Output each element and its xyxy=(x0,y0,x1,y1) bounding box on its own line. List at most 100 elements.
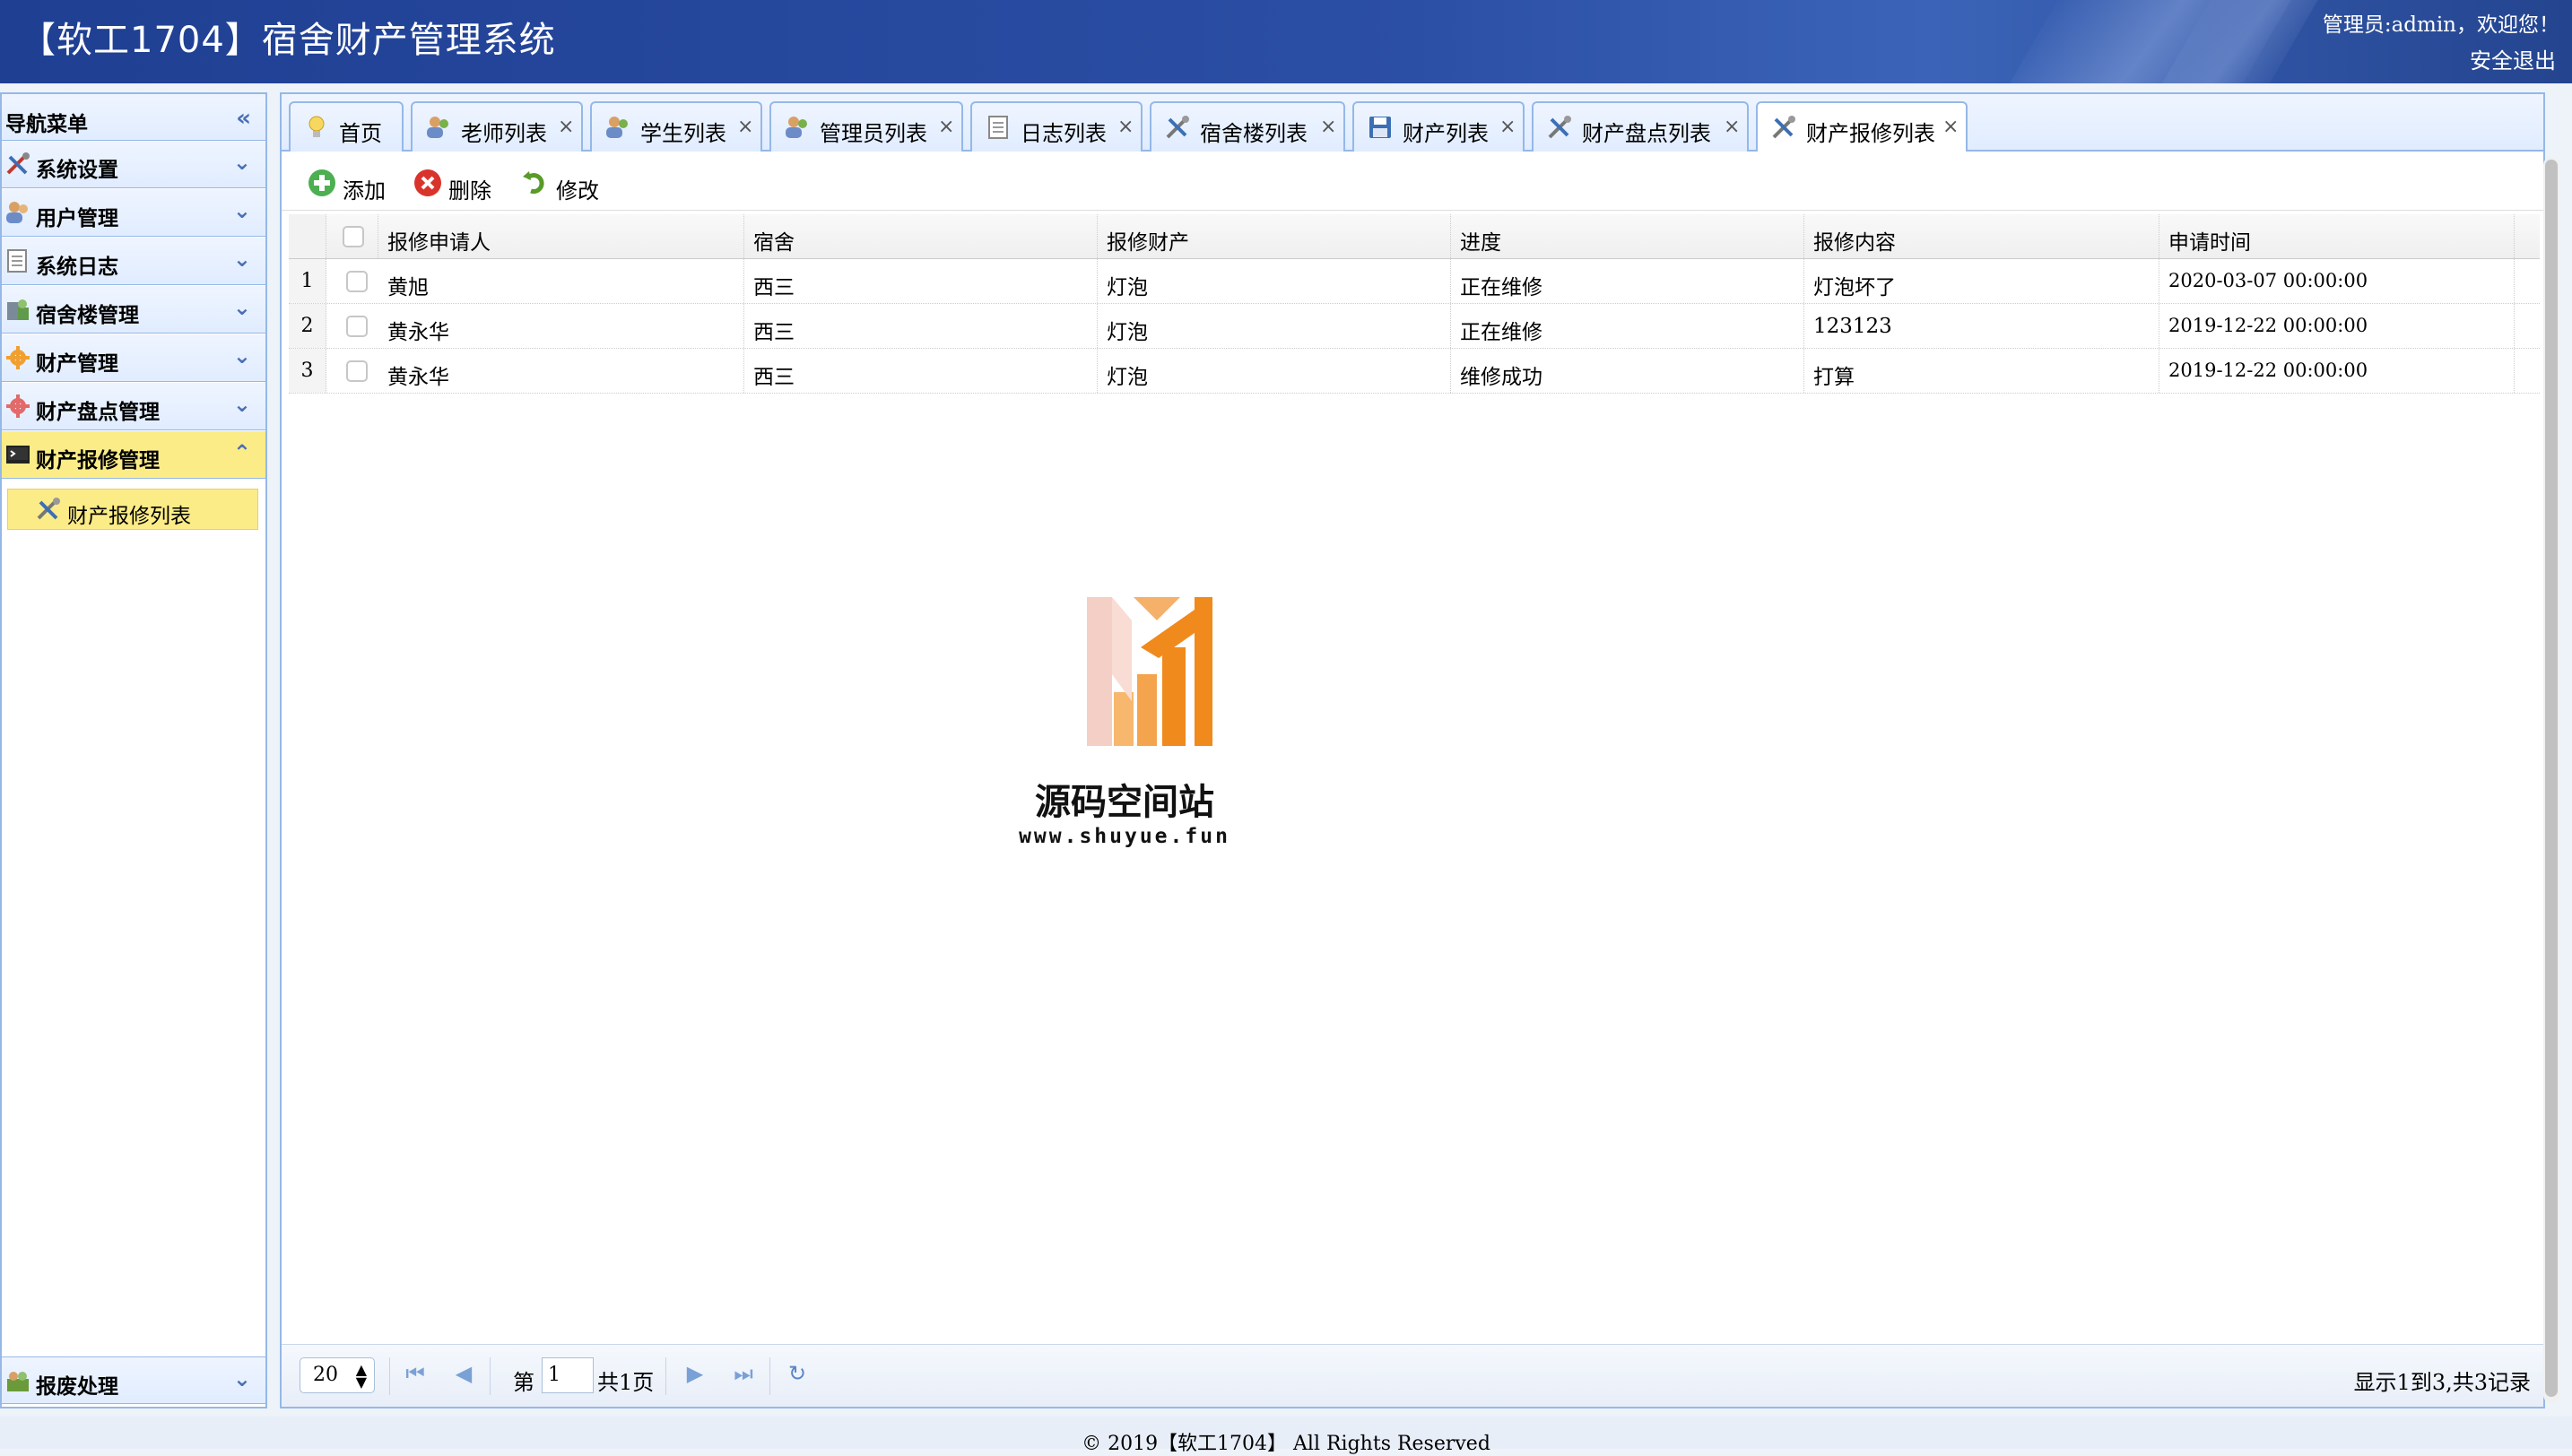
cell-content: 123123 xyxy=(1804,304,2159,348)
tab-label: 学生列表 xyxy=(640,121,726,146)
cell-applicant: 黄永华 xyxy=(378,304,744,348)
cell-progress: 正在维修 xyxy=(1451,304,1804,348)
cell-time: 2020-03-07 00:00:00 xyxy=(2159,259,2515,303)
add-button[interactable]: 添加 xyxy=(307,164,396,204)
table-row[interactable]: 1 黄旭 西三 灯泡 正在维修 灯泡坏了 2020-03-07 00:00:00 xyxy=(289,259,2540,304)
delete-button[interactable]: 删除 xyxy=(413,164,502,204)
sidebar-subitem-repair-list[interactable]: 财产报修列表 xyxy=(7,489,258,530)
column-header-dorm[interactable]: 宿舍 xyxy=(744,214,1098,258)
close-icon[interactable]: × xyxy=(938,116,954,138)
tab-repair-list[interactable]: 财产报修列表 × xyxy=(1756,101,1968,153)
sidebar-item-scrap-handling[interactable]: 报废处理 ⌄ xyxy=(2,1356,265,1404)
page-number-input[interactable]: 1 xyxy=(542,1357,594,1393)
chevron-down-icon: ⌄ xyxy=(232,198,251,223)
prev-page-icon[interactable]: ◀ xyxy=(450,1361,477,1391)
sidebar-item-system-log[interactable]: 系统日志 ⌄ xyxy=(2,238,265,285)
close-icon[interactable]: × xyxy=(1942,116,1959,138)
table-header: 报修申请人 宿舍 报修财产 进度 报修内容 申请时间 xyxy=(289,214,2540,259)
chevron-down-icon: ⌄ xyxy=(232,343,251,368)
building-icon xyxy=(7,299,29,320)
sidebar-item-system-settings[interactable]: 系统设置 ⌄ xyxy=(2,141,265,188)
sidebar-item-inventory-management[interactable]: 财产盘点管理 ⌄ xyxy=(2,383,265,430)
close-icon[interactable]: × xyxy=(1724,116,1740,138)
double-chevron-left-icon[interactable]: « xyxy=(236,105,251,132)
sidebar-item-label: 用户管理 xyxy=(36,206,118,230)
close-icon[interactable]: × xyxy=(737,116,753,138)
sidebar-title: 导航菜单 xyxy=(5,112,88,136)
column-header-asset[interactable]: 报修财产 xyxy=(1098,214,1451,258)
table-row[interactable]: 3 黄永华 西三 灯泡 维修成功 打算 2019-12-22 00:00:00 xyxy=(289,349,2540,394)
sidebar-item-label: 财产报修管理 xyxy=(36,448,160,472)
tab-admin-list[interactable]: 管理员列表 × xyxy=(769,101,963,152)
sidebar-item-user-management[interactable]: 用户管理 ⌄ xyxy=(2,189,265,237)
cell-content: 灯泡坏了 xyxy=(1804,259,2159,303)
edit-label: 修改 xyxy=(556,178,599,204)
tab-home[interactable]: 首页 xyxy=(289,101,404,152)
table-row[interactable]: 2 黄永华 西三 灯泡 正在维修 123123 2019-12-22 00:00… xyxy=(289,304,2540,349)
app-header: 【软工1704】宿舍财产管理系统 管理员:admin，欢迎您！ 安全退出 xyxy=(0,0,2572,83)
tools-icon xyxy=(6,152,30,175)
tab-label: 日志列表 xyxy=(1021,121,1107,146)
column-header-time[interactable]: 申请时间 xyxy=(2159,214,2515,258)
tab-label: 首页 xyxy=(339,121,382,146)
page-size-select[interactable]: 20 ▲ ▼ xyxy=(300,1357,375,1393)
tab-student-list[interactable]: 学生列表 × xyxy=(590,101,762,152)
close-icon[interactable]: × xyxy=(1117,116,1134,138)
refresh-icon[interactable]: ↻ xyxy=(784,1361,811,1391)
sidebar-item-label: 财产盘点管理 xyxy=(36,400,160,424)
pager-separator xyxy=(490,1357,491,1395)
tab-label: 财产报修列表 xyxy=(1806,121,1935,146)
select-all-checkbox[interactable] xyxy=(343,226,364,247)
cell-content: 打算 xyxy=(1804,349,2159,393)
row-checkbox[interactable] xyxy=(346,271,368,292)
sidebar-item-repair-management[interactable]: 财产报修管理 ⌃ xyxy=(2,431,265,479)
users-icon xyxy=(606,117,628,138)
column-header-applicant[interactable]: 报修申请人 xyxy=(378,214,744,258)
tools-icon xyxy=(1772,116,1795,139)
tab-label: 财产盘点列表 xyxy=(1582,121,1711,146)
first-page-icon[interactable]: ⏮ xyxy=(402,1361,429,1391)
chevron-down-icon: ⌄ xyxy=(232,247,251,272)
users-icon xyxy=(786,117,807,138)
next-page-icon[interactable]: ▶ xyxy=(682,1361,708,1391)
tab-inventory-list[interactable]: 财产盘点列表 × xyxy=(1532,101,1749,152)
tools-icon xyxy=(37,498,60,520)
sidebar-item-dorm-management[interactable]: 宿舍楼管理 ⌄ xyxy=(2,286,265,334)
sidebar-item-label: 系统日志 xyxy=(36,255,118,279)
watermark-url: www.shuyue.fun xyxy=(1019,825,1230,848)
tab-teacher-list[interactable]: 老师列表 × xyxy=(411,101,583,152)
close-icon[interactable]: × xyxy=(1499,116,1516,138)
row-checkbox[interactable] xyxy=(346,316,368,337)
gear-icon xyxy=(6,394,30,418)
cell-dorm: 西三 xyxy=(744,349,1098,393)
close-icon[interactable]: × xyxy=(1320,116,1336,138)
row-number: 1 xyxy=(289,259,326,303)
chevron-down-icon: ⌄ xyxy=(232,295,251,320)
sidebar-item-asset-management[interactable]: 财产管理 ⌄ xyxy=(2,334,265,382)
cell-time: 2019-12-22 00:00:00 xyxy=(2159,349,2515,393)
footer: © 2019【软工1704】 All Rights Reserved xyxy=(0,1417,2572,1455)
last-page-icon[interactable]: ⏭ xyxy=(730,1361,757,1391)
cell-asset: 灯泡 xyxy=(1098,349,1451,393)
page-prefix: 第 xyxy=(513,1370,534,1395)
logout-link[interactable]: 安全退出 xyxy=(2470,43,2556,74)
sidebar-subitem-label: 财产报修列表 xyxy=(67,505,191,528)
close-icon[interactable]: × xyxy=(558,116,574,138)
row-checkbox[interactable] xyxy=(346,360,368,382)
edit-button[interactable]: 修改 xyxy=(520,164,610,204)
tab-asset-list[interactable]: 财产列表 × xyxy=(1352,101,1525,152)
scrollbar-thumb[interactable] xyxy=(2545,160,2558,1397)
pager-separator xyxy=(389,1357,390,1395)
document-icon xyxy=(7,249,27,273)
column-header-content[interactable]: 报修内容 xyxy=(1804,214,2159,258)
cell-progress: 正在维修 xyxy=(1451,259,1804,303)
undo-icon xyxy=(523,171,544,195)
gear-icon xyxy=(6,346,30,369)
pagination-bar: 20 ▲ ▼ ⏮ ◀ 第 1 共1页 ▶ ⏭ ↻ 显示1到3,共3记录 xyxy=(282,1344,2543,1407)
page-size-value: 20 xyxy=(313,1364,338,1386)
tab-dorm-list[interactable]: 宿舍楼列表 × xyxy=(1150,101,1345,152)
cell-progress: 维修成功 xyxy=(1451,349,1804,393)
column-header-progress[interactable]: 进度 xyxy=(1451,214,1804,258)
chevron-down-icon: ⌄ xyxy=(232,150,251,175)
tab-log-list[interactable]: 日志列表 × xyxy=(970,101,1143,152)
